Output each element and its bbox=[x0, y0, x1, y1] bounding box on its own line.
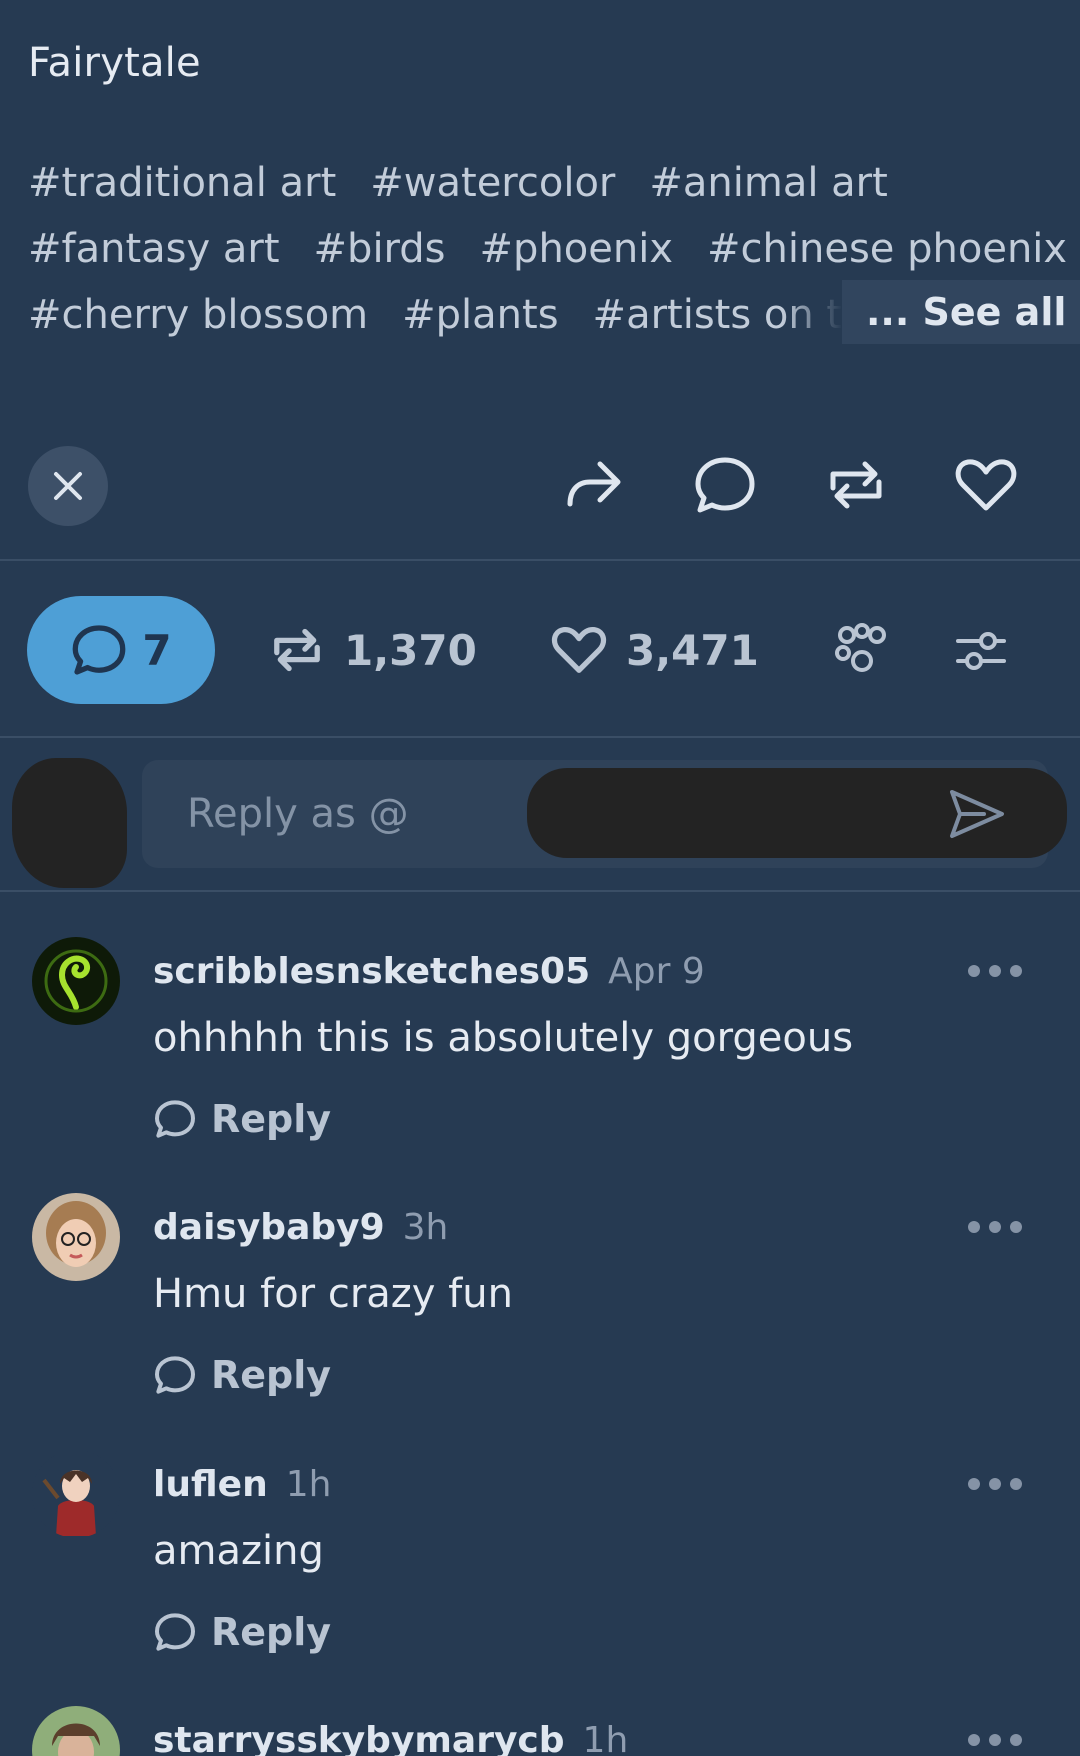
comment-username[interactable]: starrysskybymarycb bbox=[153, 1720, 565, 1756]
tag-link[interactable]: #cherry blossom bbox=[28, 282, 368, 348]
post-action-bar bbox=[0, 440, 1080, 560]
comment-username[interactable]: daisybaby9 bbox=[153, 1207, 385, 1248]
tag-line: #traditional art #watercolor #animal art bbox=[28, 150, 1080, 216]
divider bbox=[0, 736, 1080, 738]
more-options-icon[interactable] bbox=[968, 1221, 1022, 1233]
avatar-image bbox=[32, 1193, 120, 1281]
reblogs-count: 1,370 bbox=[344, 625, 477, 675]
comment-item: scribblesnsketches05 Apr 9 ohhhhh this is… bbox=[0, 937, 1080, 1187]
send-icon[interactable] bbox=[944, 782, 1008, 846]
reply-button[interactable]: Reply bbox=[153, 1353, 331, 1397]
reblog-icon[interactable] bbox=[823, 452, 889, 518]
filter-tab[interactable] bbox=[952, 596, 1010, 704]
more-options-icon[interactable] bbox=[968, 1478, 1022, 1490]
comment-username[interactable]: luflen bbox=[153, 1464, 268, 1505]
avatar[interactable] bbox=[32, 937, 120, 1025]
tag-line: #fantasy art #birds #phoenix #chinese phoen… bbox=[28, 216, 1080, 282]
tag-link[interactable]: #animal art bbox=[649, 150, 887, 216]
comment-timestamp: 1h bbox=[582, 1720, 629, 1756]
reply-button[interactable]: Reply bbox=[153, 1097, 331, 1141]
current-user-avatar bbox=[12, 758, 127, 888]
comment-text: ohhhhh this is absolutely gorgeous bbox=[153, 1015, 854, 1061]
reply-placeholder: Reply as @ bbox=[187, 791, 409, 837]
more-options-icon[interactable] bbox=[968, 1734, 1022, 1746]
share-icon[interactable] bbox=[560, 452, 626, 518]
community-icon bbox=[835, 623, 886, 672]
comments-tab[interactable]: 7 bbox=[27, 596, 215, 704]
comment-timestamp: Apr 9 bbox=[608, 951, 705, 992]
avatar-image bbox=[32, 937, 120, 1025]
like-heart-icon[interactable] bbox=[953, 452, 1019, 518]
reply-bubble-icon bbox=[155, 1100, 195, 1138]
avatar[interactable] bbox=[32, 1706, 120, 1756]
divider bbox=[0, 559, 1080, 561]
reply-input[interactable]: Reply as @ bbox=[142, 760, 1067, 868]
reply-button[interactable]: Reply bbox=[153, 1610, 331, 1654]
avatar[interactable] bbox=[32, 1450, 120, 1538]
tag-link[interactable]: #watercolor bbox=[370, 150, 615, 216]
comments-count: 7 bbox=[142, 625, 172, 675]
post-title: Fairytale bbox=[28, 40, 201, 86]
notes-stats-row: 7 1,370 3,471 bbox=[0, 596, 1080, 706]
divider bbox=[0, 890, 1080, 892]
tag-link[interactable]: #phoenix bbox=[480, 216, 673, 282]
reply-label: Reply bbox=[211, 1097, 332, 1141]
reply-bubble-icon bbox=[155, 1356, 195, 1394]
comment-text: amazing bbox=[153, 1528, 324, 1574]
tag-link[interactable]: #birds bbox=[314, 216, 446, 282]
comment-item: luflen 1h amazing Reply bbox=[0, 1450, 1080, 1700]
tag-link[interactable]: #plants bbox=[402, 282, 558, 348]
comment-header: starrysskybymarycb 1h bbox=[153, 1720, 628, 1756]
comment-header: scribblesnsketches05 Apr 9 bbox=[153, 951, 705, 992]
comment-username[interactable]: scribblesnsketches05 bbox=[153, 951, 590, 992]
comment-timestamp: 1h bbox=[285, 1464, 332, 1505]
comment-icon bbox=[73, 625, 126, 675]
comment-header: luflen 1h bbox=[153, 1464, 331, 1505]
reply-compose-row: Reply as @ bbox=[0, 740, 1080, 890]
reply-label: Reply bbox=[211, 1610, 332, 1654]
comment-icon[interactable] bbox=[692, 452, 758, 518]
tag-link[interactable]: #chinese phoenix bbox=[707, 216, 1067, 282]
community-tab[interactable] bbox=[833, 596, 891, 704]
comment-header: daisybaby9 3h bbox=[153, 1207, 448, 1248]
reply-label: Reply bbox=[211, 1353, 332, 1397]
reblog-icon bbox=[274, 628, 320, 672]
filter-sliders-icon bbox=[956, 632, 1006, 670]
tag-link[interactable]: #fantasy art bbox=[28, 216, 280, 282]
comment-item: daisybaby9 3h Hmu for crazy fun Reply bbox=[0, 1193, 1080, 1443]
likes-count: 3,471 bbox=[626, 625, 759, 675]
avatar[interactable] bbox=[32, 1193, 120, 1281]
avatar-image bbox=[32, 1706, 120, 1756]
heart-icon bbox=[551, 627, 607, 673]
reblogs-tab[interactable]: 1,370 bbox=[268, 596, 477, 704]
comment-text: Hmu for crazy fun bbox=[153, 1271, 513, 1317]
close-button[interactable] bbox=[28, 446, 108, 526]
see-all-tags-button[interactable]: ... See all bbox=[782, 280, 1080, 344]
tag-link[interactable]: #traditional art bbox=[28, 150, 336, 216]
comment-item: starrysskybymarycb 1h bbox=[0, 1706, 1080, 1756]
reply-bubble-icon bbox=[155, 1613, 195, 1651]
comment-timestamp: 3h bbox=[402, 1207, 449, 1248]
likes-tab[interactable]: 3,471 bbox=[550, 596, 759, 704]
more-options-icon[interactable] bbox=[968, 965, 1022, 977]
avatar-image bbox=[32, 1450, 120, 1538]
close-icon bbox=[54, 472, 82, 500]
